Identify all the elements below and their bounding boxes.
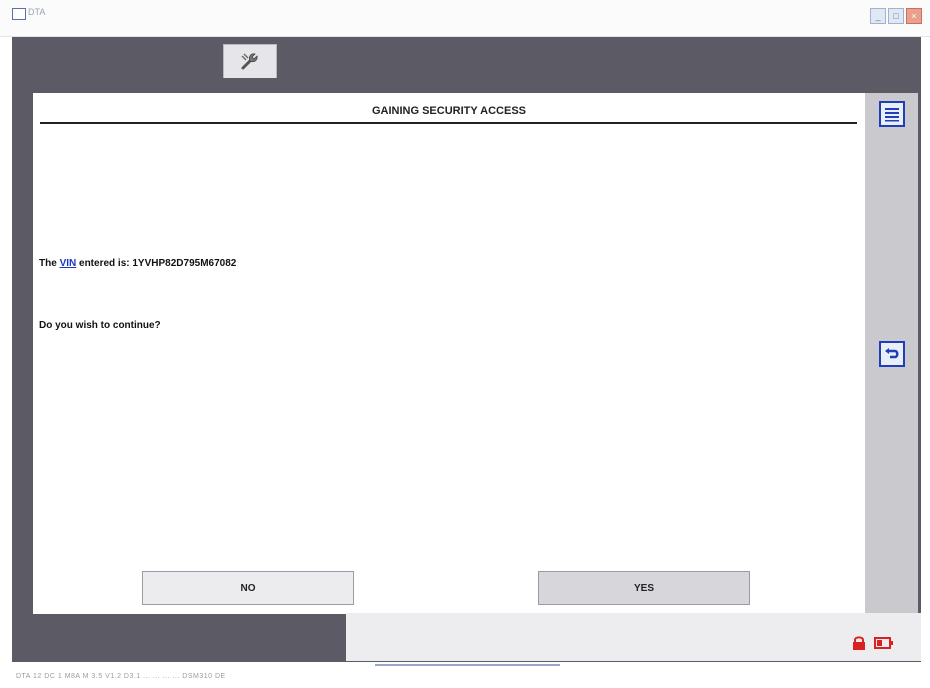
window-titlebar: DTA _ □ × [0,0,930,37]
status-bar: DTA 12 DC 1 M8A M 3.5 V1.2 D3.1 ... ... … [0,664,930,688]
list-menu-icon [885,108,899,122]
footer-status-area [346,613,921,661]
progress-line [375,664,560,666]
lock-icon [853,636,865,650]
vin-middle: entered is: [79,258,130,269]
menu-button[interactable] [879,101,905,127]
vin-value: 1YVHP82D795M67082 [132,258,237,269]
yes-button[interactable]: YES [538,571,750,605]
maximize-button[interactable]: □ [888,8,904,24]
battery-icon [874,637,893,649]
page-title: GAINING SECURITY ACCESS [371,105,527,117]
vin-prefix: The [39,258,57,269]
toolbar-tab-tools[interactable] [223,44,277,78]
window-controls: _ □ × [870,8,922,24]
no-button[interactable]: NO [142,571,354,605]
close-button[interactable]: × [906,8,922,24]
main-panel: GAINING SECURITY ACCESS The VIN entered … [33,93,865,614]
app-frame: GAINING SECURITY ACCESS The VIN entered … [12,37,921,662]
window-title: DTA [28,7,46,17]
minimize-button[interactable]: _ [870,8,886,24]
heading-divider [40,122,857,124]
right-sidebar [865,93,918,614]
back-arrow-icon [885,348,899,359]
app-icon [12,8,26,20]
status-text: DTA 12 DC 1 M8A M 3.5 V1.2 D3.1 ... ... … [16,673,226,680]
continue-question: Do you wish to continue? [39,320,161,331]
wrench-icon [241,53,258,70]
vin-statement: The VIN entered is: 1YVHP82D795M67082 [39,258,236,269]
back-button[interactable] [879,341,905,367]
vin-link[interactable]: VIN [60,258,77,269]
